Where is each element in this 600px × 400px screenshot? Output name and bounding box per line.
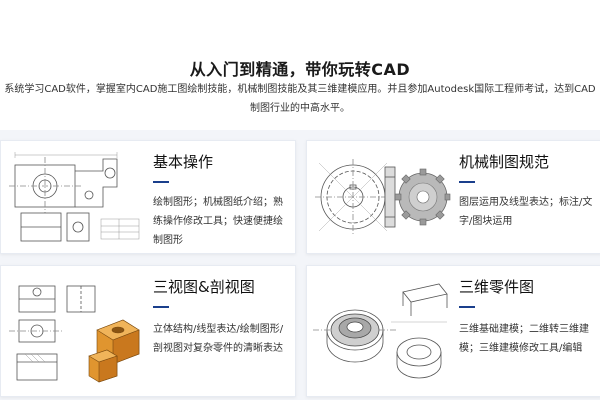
card-title: 三视图&剖视图 <box>153 278 255 296</box>
course-card-3d-parts[interactable]: 三维零件图 三维基础建模；二维转三维建模；三维建模修改工具/编辑 <box>306 265 600 397</box>
section-intro: 系统学习CAD软件，掌握室内CAD施工图绘制技能，机械制图技能及其三维建模应用。… <box>4 84 596 114</box>
gear-drawing <box>311 147 451 247</box>
course-card-basic-operations[interactable]: 基本操作 绘制图形；机械图纸介绍；熟练操作修改工具；快速便捷绘制图形 <box>0 140 296 254</box>
section-headline: 从入门到精通，带你玩转CAD <box>189 60 411 79</box>
title-underline <box>153 306 169 308</box>
card-description: 三维基础建模；二维转三维建模；三维建模修改工具/编辑 <box>459 324 589 354</box>
card-description: 图层运用及线型表达；标注/文字/图块运用 <box>459 197 593 227</box>
title-underline <box>459 181 475 183</box>
title-underline <box>153 181 169 183</box>
card-description: 立体结构/线型表达/绘制图形/剖视图对复杂零件的清晰表达 <box>153 324 284 354</box>
three-view-section-drawing <box>5 272 145 390</box>
page: 从入门到精通，带你玩转CAD 系统学习CAD软件，掌握室内CAD施工图绘制技能，… <box>0 0 600 400</box>
card-description: 绘制图形；机械图纸介绍；熟练操作修改工具；快速便捷绘制图形 <box>153 197 283 246</box>
3d-part-drawing <box>311 272 451 390</box>
mechanical-bracket-drawing <box>5 147 145 247</box>
title-underline <box>459 306 475 308</box>
card-title: 基本操作 <box>153 153 214 171</box>
course-card-mechanical-drawing-standards[interactable]: 机械制图规范 图层运用及线型表达；标注/文字/图块运用 <box>306 140 600 254</box>
card-title: 机械制图规范 <box>459 153 550 171</box>
course-card-three-view-section[interactable]: 三视图&剖视图 立体结构/线型表达/绘制图形/剖视图对复杂零件的清晰表达 <box>0 265 296 397</box>
card-title: 三维零件图 <box>459 278 535 296</box>
